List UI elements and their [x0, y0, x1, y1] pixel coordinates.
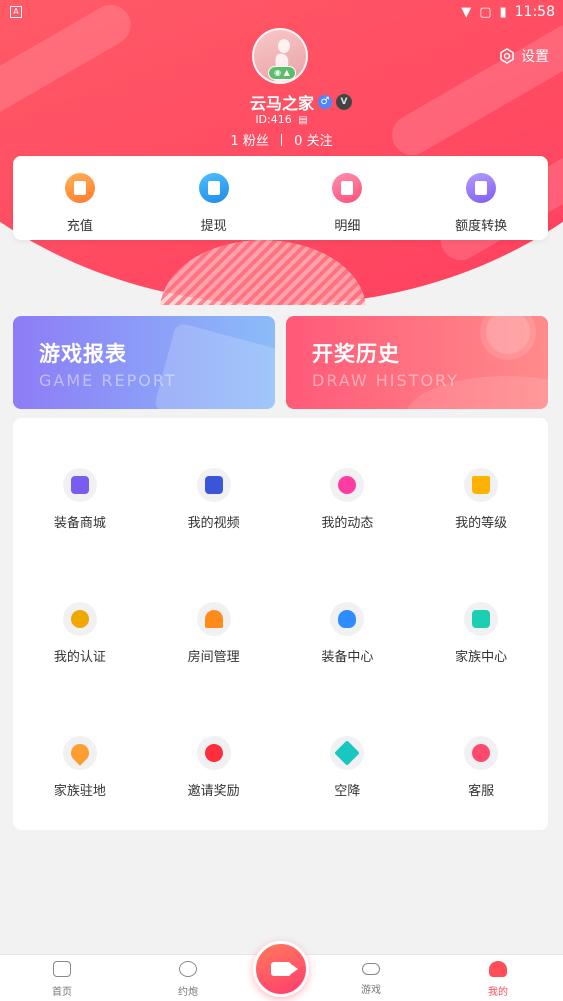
menu-item-label: 客服	[468, 784, 495, 799]
menu-item-label: 邀请奖励	[187, 784, 240, 799]
live-camera-button[interactable]	[253, 941, 309, 997]
location-icon	[62, 736, 97, 770]
battery-icon: ▮	[499, 4, 507, 20]
menu-item-label: 我的认证	[53, 650, 106, 665]
username: 云马之家	[250, 94, 315, 113]
status-bar: A ▼ ▢ ▮ 11:58	[0, 0, 563, 26]
wallet-item-label: 提现	[200, 219, 227, 234]
menu-item-customer-service[interactable]: 客服	[414, 736, 548, 830]
shop-icon	[62, 468, 97, 502]
following-label: 关注	[306, 134, 333, 149]
menu-item-label: 装备中心	[321, 650, 374, 665]
banner-title: 游戏报表	[39, 342, 127, 366]
wallet-item-details[interactable]: 明细	[281, 156, 415, 240]
menu-item-label: 我的视频	[187, 516, 240, 531]
wifi-icon: ▼	[461, 4, 472, 20]
grid-icon	[464, 602, 499, 636]
copy-icon[interactable]: ▤	[298, 115, 307, 126]
user-id: ID:416	[255, 113, 292, 126]
bulb-icon	[330, 602, 365, 636]
transfer-icon	[466, 173, 497, 203]
video-icon	[196, 468, 231, 502]
menu-item-label: 家族驻地	[53, 784, 106, 799]
wallet-card: 充值 提现 明细 额度转换	[13, 156, 548, 240]
menu-item-family-center[interactable]: 家族中心	[414, 602, 548, 736]
wallet-item-label: 明细	[334, 219, 361, 234]
followers-stat[interactable]: 1 粉丝	[230, 134, 273, 149]
gender-male-icon: ♂	[318, 95, 333, 109]
camera-icon	[271, 962, 298, 976]
wallet-item-withdraw[interactable]: 提现	[147, 156, 281, 240]
decor-circle	[486, 316, 530, 354]
notification-icon: A	[10, 6, 22, 18]
user-icon	[489, 961, 507, 977]
nav-mine[interactable]: 我的	[468, 961, 528, 998]
menu-item-invite-rewards[interactable]: 邀请奖励	[147, 736, 281, 830]
draw-history-banner[interactable]: 开奖历史 DRAW HISTORY	[286, 316, 548, 409]
service-icon	[464, 736, 499, 770]
nav-label: 首页	[52, 987, 72, 998]
menu-item-label: 家族中心	[455, 650, 508, 665]
wallet-item-label: 充值	[66, 219, 93, 234]
house-icon	[196, 602, 231, 636]
menu-item-label: 房间管理	[187, 650, 240, 665]
menu-item-verification[interactable]: 我的认证	[13, 602, 147, 736]
following-count: 0	[294, 134, 303, 149]
heart-chat-icon	[179, 961, 197, 977]
menu-item-room-management[interactable]: 房间管理	[147, 602, 281, 736]
home-icon	[53, 961, 71, 977]
username-row: 云马之家 ♂ V	[250, 90, 353, 114]
status-time: 11:58	[514, 4, 555, 20]
settings-button[interactable]: 设置	[499, 46, 549, 66]
decor-card	[153, 322, 275, 409]
menu-item-family-base[interactable]: 家族驻地	[13, 736, 147, 830]
banner-title: 开奖历史	[312, 342, 400, 366]
wallet-icon	[64, 173, 95, 203]
nav-games[interactable]: 游戏	[341, 961, 401, 996]
crown-icon	[464, 468, 499, 502]
menu-item-shop[interactable]: 装备商城	[13, 468, 147, 602]
gamepad-icon	[362, 963, 380, 975]
follow-stats: 1 粉丝 0 关注	[0, 130, 563, 149]
wallet-item-recharge[interactable]: 充值	[13, 156, 147, 240]
banner-subtitle: GAME REPORT	[39, 371, 177, 390]
settings-label: 设置	[521, 49, 549, 65]
medal-icon	[62, 602, 97, 636]
menu-item-label: 我的动态	[321, 516, 374, 531]
feature-grid: 装备商城 我的视频 我的动态 我的等级 我的认证 房间管理 装备中心 家族中心 …	[13, 418, 548, 830]
nav-home[interactable]: 首页	[32, 961, 92, 998]
vip-icon: V	[336, 94, 353, 110]
divider	[281, 134, 282, 146]
menu-item-equipment-center[interactable]: 装备中心	[281, 602, 415, 736]
menu-item-label: 装备商城	[53, 516, 106, 531]
level-badge: ◉ ▲	[268, 66, 296, 80]
nav-label: 游戏	[361, 985, 381, 996]
withdraw-icon	[198, 173, 229, 203]
details-icon	[332, 173, 363, 203]
menu-item-my-videos[interactable]: 我的视频	[147, 468, 281, 602]
followers-label: 粉丝	[242, 134, 269, 149]
menu-item-label: 空降	[334, 784, 361, 799]
menu-item-my-level[interactable]: 我的等级	[414, 468, 548, 602]
banner-subtitle: DRAW HISTORY	[312, 371, 459, 390]
following-stat[interactable]: 0 关注	[294, 134, 332, 149]
nav-dating[interactable]: 约炮	[158, 961, 218, 998]
no-sim-icon: ▢	[479, 4, 492, 20]
moment-icon	[330, 468, 365, 502]
menu-item-my-moments[interactable]: 我的动态	[281, 468, 415, 602]
wallet-item-label: 额度转换	[455, 219, 508, 234]
nav-label: 约炮	[178, 987, 198, 998]
followers-count: 1	[230, 134, 239, 149]
gear-icon	[500, 48, 514, 64]
heart-icon	[196, 736, 231, 770]
menu-item-airdrop[interactable]: 空降	[281, 736, 415, 830]
menu-item-label: 我的等级	[455, 516, 508, 531]
game-report-banner[interactable]: 游戏报表 GAME REPORT	[13, 316, 275, 409]
plane-icon	[330, 736, 365, 770]
nav-label: 我的	[488, 987, 508, 998]
user-id-row[interactable]: ID:416 ▤	[0, 113, 563, 126]
wallet-item-transfer[interactable]: 额度转换	[414, 156, 548, 240]
profile-header: A ▼ ▢ ▮ 11:58 设置 ◉ ▲ 云马之家 ♂ V ID:416 ▤ 1…	[0, 0, 563, 305]
